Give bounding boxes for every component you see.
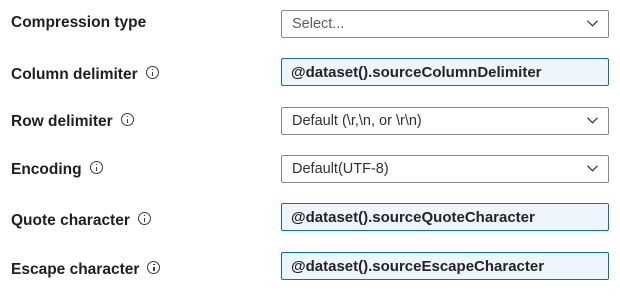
column-delimiter-label: Column delimiter [11, 65, 159, 84]
encoding-dropdown[interactable]: Default(UTF-8) [281, 155, 609, 183]
row-delimiter-value: Default (\r,\n, or \r\n) [292, 113, 422, 129]
chevron-down-icon [578, 108, 608, 134]
info-icon[interactable] [137, 211, 151, 225]
quote-character-label: Quote character [11, 211, 151, 230]
chevron-down-icon [578, 156, 608, 182]
quote-character-value: @dataset().sourceQuoteCharacter [291, 208, 535, 226]
column-delimiter-field[interactable]: @dataset().sourceColumnDelimiter [281, 58, 609, 86]
row-delimiter-dropdown[interactable]: Default (\r,\n, or \r\n) [281, 107, 609, 135]
info-icon[interactable] [147, 260, 161, 274]
encoding-row: Encoding Default(UTF-8) [0, 155, 620, 183]
compression-type-dropdown[interactable]: Select... [281, 10, 609, 38]
row-delimiter-label: Row delimiter [11, 112, 134, 131]
chevron-down-icon [578, 11, 608, 37]
info-icon[interactable] [145, 65, 159, 79]
info-icon[interactable] [120, 112, 134, 126]
compression-type-label: Compression type [11, 14, 147, 31]
escape-character-field[interactable]: @dataset().sourceEscapeCharacter [281, 252, 609, 280]
escape-character-label: Escape character [11, 260, 161, 279]
row-delimiter-row: Row delimiter Default (\r,\n, or \r\n) [0, 107, 620, 135]
escape-character-value: @dataset().sourceEscapeCharacter [291, 257, 545, 275]
quote-character-field[interactable]: @dataset().sourceQuoteCharacter [281, 203, 609, 231]
info-icon[interactable] [89, 160, 103, 174]
compression-type-row: Compression type Select... [0, 10, 620, 38]
encoding-value: Default(UTF-8) [292, 161, 389, 177]
column-delimiter-row: Column delimiter @dataset().sourceColumn… [0, 58, 620, 86]
encoding-label: Encoding [11, 160, 103, 179]
compression-type-value: Select... [292, 16, 345, 32]
quote-character-row: Quote character @dataset().sourceQuoteCh… [0, 203, 620, 231]
escape-character-row: Escape character @dataset().sourceEscape… [0, 252, 620, 280]
column-delimiter-value: @dataset().sourceColumnDelimiter [291, 63, 542, 81]
